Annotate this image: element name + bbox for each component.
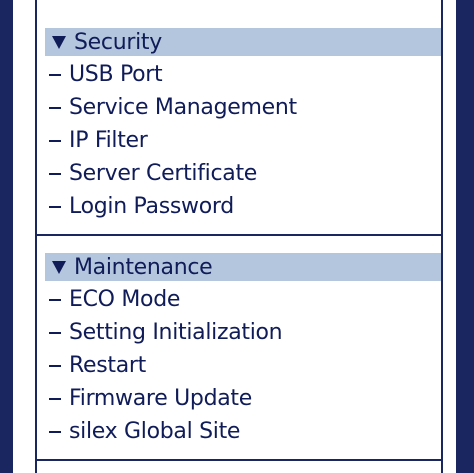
dash-icon xyxy=(49,173,61,175)
menu-item-label: ECO Mode xyxy=(69,287,181,312)
dash-icon xyxy=(49,74,61,76)
menu-item-login-password[interactable]: Login Password xyxy=(49,190,441,223)
menu-item-label: Firmware Update xyxy=(69,386,252,411)
section-header-maintenance[interactable]: Maintenance xyxy=(45,253,441,281)
menu-item-label: silex Global Site xyxy=(69,419,241,444)
section-header-security[interactable]: Security xyxy=(45,28,441,56)
section-item-list: ECO Mode Setting Initialization Restart … xyxy=(49,283,441,448)
section-title: Maintenance xyxy=(74,254,213,280)
dash-icon xyxy=(49,206,61,208)
menu-item-firmware-update[interactable]: Firmware Update xyxy=(49,382,441,415)
settings-menu-frame: Security USB Port Service Management IP … xyxy=(0,0,474,473)
dash-icon xyxy=(49,332,61,334)
triangle-down-icon xyxy=(52,36,66,49)
left-frame-bar xyxy=(0,0,13,473)
dash-icon xyxy=(49,107,61,109)
dash-icon xyxy=(49,431,61,433)
menu-item-setting-initialization[interactable]: Setting Initialization xyxy=(49,316,441,349)
menu-item-label: Server Certificate xyxy=(69,161,258,186)
menu-item-label: Setting Initialization xyxy=(69,320,283,345)
menu-item-label: IP Filter xyxy=(69,128,148,153)
dash-icon xyxy=(49,299,61,301)
menu-item-service-management[interactable]: Service Management xyxy=(49,91,441,124)
menu-item-restart[interactable]: Restart xyxy=(49,349,441,382)
menu-item-ip-filter[interactable]: IP Filter xyxy=(49,124,441,157)
menu-section-security: Security USB Port Service Management IP … xyxy=(37,0,441,236)
menu-item-label: Service Management xyxy=(69,95,297,120)
dash-icon xyxy=(49,398,61,400)
menu-item-silex-global-site[interactable]: silex Global Site xyxy=(49,415,441,448)
section-item-list: USB Port Service Management IP Filter Se… xyxy=(49,58,441,223)
menu-item-eco-mode[interactable]: ECO Mode xyxy=(49,283,441,316)
dash-icon xyxy=(49,365,61,367)
menu-item-label: Restart xyxy=(69,353,146,378)
menu-item-label: USB Port xyxy=(69,62,163,87)
sidebar-menu: Security USB Port Service Management IP … xyxy=(35,0,443,473)
triangle-down-icon xyxy=(52,261,66,274)
menu-item-label: Login Password xyxy=(69,194,234,219)
dash-icon xyxy=(49,140,61,142)
menu-section-maintenance: Maintenance ECO Mode Setting Initializat… xyxy=(37,236,441,460)
menu-item-usb-port[interactable]: USB Port xyxy=(49,58,441,91)
right-frame-bar xyxy=(456,0,474,473)
section-divider xyxy=(37,459,441,461)
section-title: Security xyxy=(74,29,162,55)
menu-item-server-certificate[interactable]: Server Certificate xyxy=(49,157,441,190)
